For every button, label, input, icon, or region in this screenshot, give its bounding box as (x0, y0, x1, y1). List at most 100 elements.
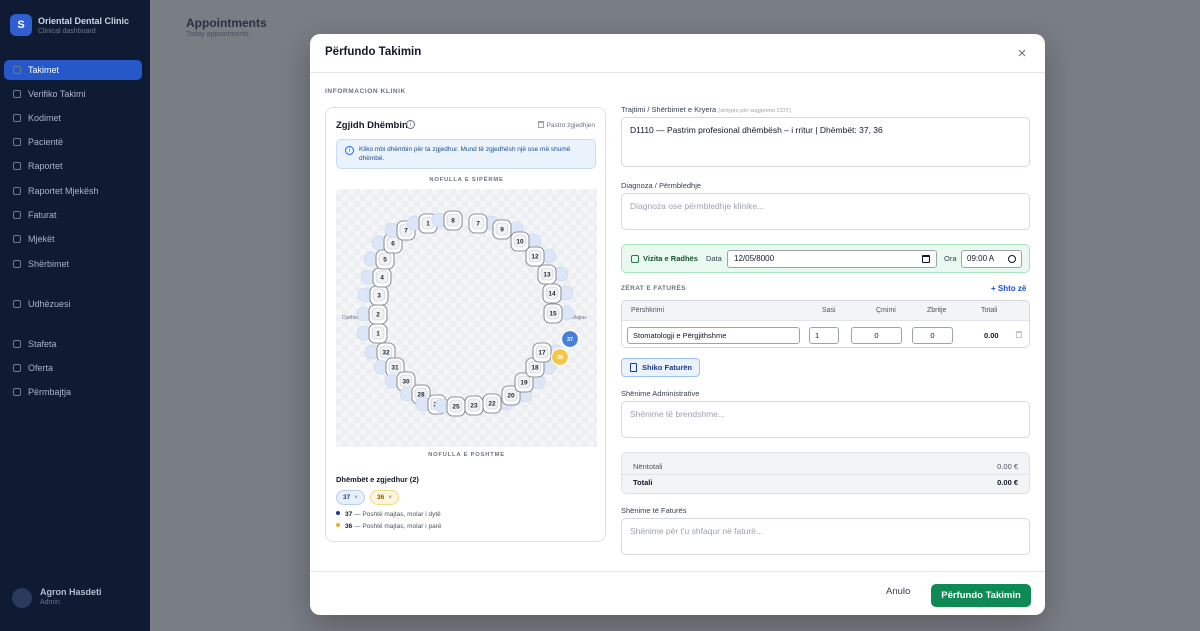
tooth-selector-card: Zgjidh Dhëmbin i Pastro zgjedhjen i Klik… (325, 107, 606, 542)
sidebar-item-label: Udhëzuesi (28, 299, 71, 309)
tooth[interactable]: 15 (543, 303, 575, 324)
next-visit-time-input[interactable]: 09:00 A (961, 250, 1022, 268)
tooth[interactable]: 3 (357, 285, 389, 306)
nav-icon (13, 235, 21, 243)
divider (622, 474, 1029, 475)
invoice-items-table: Përshkrimi Sasi Çmimi Zbritje Totali Sto… (621, 300, 1030, 348)
next-visit-date-input[interactable]: 12/05/8000 (727, 250, 937, 268)
delete-row-icon[interactable] (1016, 331, 1022, 338)
tooth-number: 8 (451, 218, 455, 225)
sidebar-item[interactable]: Raportet (4, 156, 142, 176)
diagnosis-label: Diagnoza / Përmbledhje (621, 181, 702, 190)
clinical-info-label: INFORMACION KLINIK (325, 88, 406, 95)
calendar-picker-icon[interactable] (922, 255, 930, 263)
selected-tooth-legend: 37 — Poshtë majtas, molar i dytë (336, 511, 441, 518)
admin-notes-label: Shënime Administrative (621, 389, 700, 398)
clear-selection-label: Pastro zgjedhjen (546, 122, 595, 129)
nav-icon (13, 138, 21, 146)
time-label: Ora (944, 254, 957, 263)
nav-icon (13, 340, 21, 348)
item-price-input[interactable]: 0 (851, 327, 902, 344)
column-description: Përshkrimi (631, 307, 665, 314)
legend-dot (336, 523, 340, 527)
tooth-number: 32 (382, 350, 390, 357)
treatment-label-text: Trajtimi / Shërbimet e Kryera (621, 105, 717, 114)
invoice-notes-textarea[interactable]: Shënime për t'u shfaqur në faturë... (621, 518, 1030, 555)
selected-tooth-chip[interactable]: 36 × (370, 490, 400, 505)
legend-text: — Poshtë majtas, molar i parë (352, 523, 442, 530)
date-label: Data (706, 254, 722, 263)
remove-icon[interactable]: × (388, 494, 392, 501)
sidebar-item-label: Mjekët (28, 234, 55, 244)
info-icon[interactable]: i (406, 120, 415, 129)
tooth-number: 10 (516, 239, 524, 246)
diagnosis-textarea[interactable]: Diagnoza ose përmbledhje klinike... (621, 193, 1030, 230)
sidebar-user[interactable]: Agron Hasdeti Admin (6, 583, 144, 613)
sidebar-item-label: Takimet (28, 65, 60, 75)
sidebar-item[interactable]: Stafeta (4, 334, 142, 354)
sidebar-item-label: Faturat (28, 210, 57, 220)
clear-selection-button[interactable]: Pastro zgjedhjen (537, 121, 595, 129)
item-total: 0.00 (984, 331, 999, 340)
item-discount-input[interactable]: 0 (912, 327, 953, 344)
remove-icon[interactable]: × (354, 494, 358, 501)
clock-icon[interactable] (1008, 255, 1016, 263)
tooth[interactable]: 1 (356, 323, 388, 344)
date-value: 12/05/8000 (734, 254, 775, 263)
file-icon (630, 363, 637, 372)
sidebar-item-label: Kodimet (28, 113, 62, 123)
sidebar-item-label: Verifiko Takimi (28, 89, 86, 99)
tooth-number: 2 (376, 312, 380, 319)
tooth[interactable]: 2 (356, 304, 388, 325)
tooth-number: 23 (470, 403, 478, 410)
selected-tooth-marker[interactable]: 36 (550, 347, 570, 367)
tooth[interactable]: 13 (537, 264, 569, 285)
trash-icon (537, 121, 544, 128)
sidebar-item[interactable]: Shërbimet (4, 254, 142, 274)
page-title: Appointments (186, 16, 267, 30)
time-value: 09:00 A (967, 254, 995, 263)
selected-tooth-chip[interactable]: 37 × (336, 490, 366, 505)
tooth[interactable]: 14 (542, 283, 574, 304)
item-description-input[interactable]: Stomatologji e Përgjithshme (627, 327, 800, 344)
calendar-icon (631, 255, 639, 263)
tooth-number: 14 (548, 291, 556, 298)
tooth-number: 13 (543, 272, 551, 279)
admin-notes-textarea[interactable]: Shënime të brendshme... (621, 401, 1030, 438)
sidebar-item-label: Shërbimet (28, 259, 70, 269)
sidebar-item[interactable]: Verifiko Takimi (4, 84, 142, 104)
cancel-button[interactable]: Anulo (886, 586, 910, 597)
selected-tooth-marker[interactable]: 37 (560, 329, 580, 349)
sidebar-item[interactable]: Udhëzuesi (4, 294, 142, 314)
sidebar-item-label: Stafeta (28, 339, 57, 349)
info-circle-icon: i (345, 146, 354, 155)
brand: S Oriental Dental Clinic Clinical dashbo… (10, 14, 140, 40)
complete-appointment-button[interactable]: Përfundo Takimin (931, 584, 1031, 607)
tooth[interactable]: 12 (525, 246, 557, 267)
page-subtitle: Today appointments (186, 31, 249, 38)
tooth-number: 18 (531, 365, 539, 372)
tooth-number: 19 (520, 380, 528, 387)
sidebar-item[interactable]: Mjekët (4, 229, 142, 249)
tooth-number: 25 (452, 404, 460, 411)
sidebar-item[interactable]: Pacientë (4, 132, 142, 152)
view-invoice-button[interactable]: Shiko Faturën (621, 358, 700, 377)
add-item-button[interactable]: + Shto zë (991, 284, 1026, 293)
modal-footer: Anulo Përfundo Takimin (310, 571, 1045, 615)
sidebar-item-label: Raportet (28, 161, 63, 171)
close-icon[interactable]: × (1011, 43, 1033, 65)
sidebar-item[interactable]: Raportet Mjekësh (4, 181, 142, 201)
sidebar-item[interactable]: Takimet (4, 60, 142, 80)
nav-icon (13, 260, 21, 268)
nav-icon (13, 388, 21, 396)
invoice-items-label: ZËRAT E FATURËS (621, 285, 686, 292)
sidebar-item[interactable]: Oferta (4, 358, 142, 378)
item-qty-input[interactable]: 1 (809, 327, 839, 344)
sidebar-item[interactable]: Përmbajtja (4, 382, 142, 402)
tooth[interactable]: 4 (360, 267, 392, 288)
dental-chart-svg: Djathtas Majtas12345671 8 79101213141532313… (342, 210, 587, 417)
treatment-textarea[interactable]: D1110 — Pastrim profesional dhëmbësh – i… (621, 117, 1030, 167)
tooth-number: 1 (376, 331, 380, 338)
sidebar-item[interactable]: Faturat (4, 205, 142, 225)
sidebar-item[interactable]: Kodimet (4, 108, 142, 128)
